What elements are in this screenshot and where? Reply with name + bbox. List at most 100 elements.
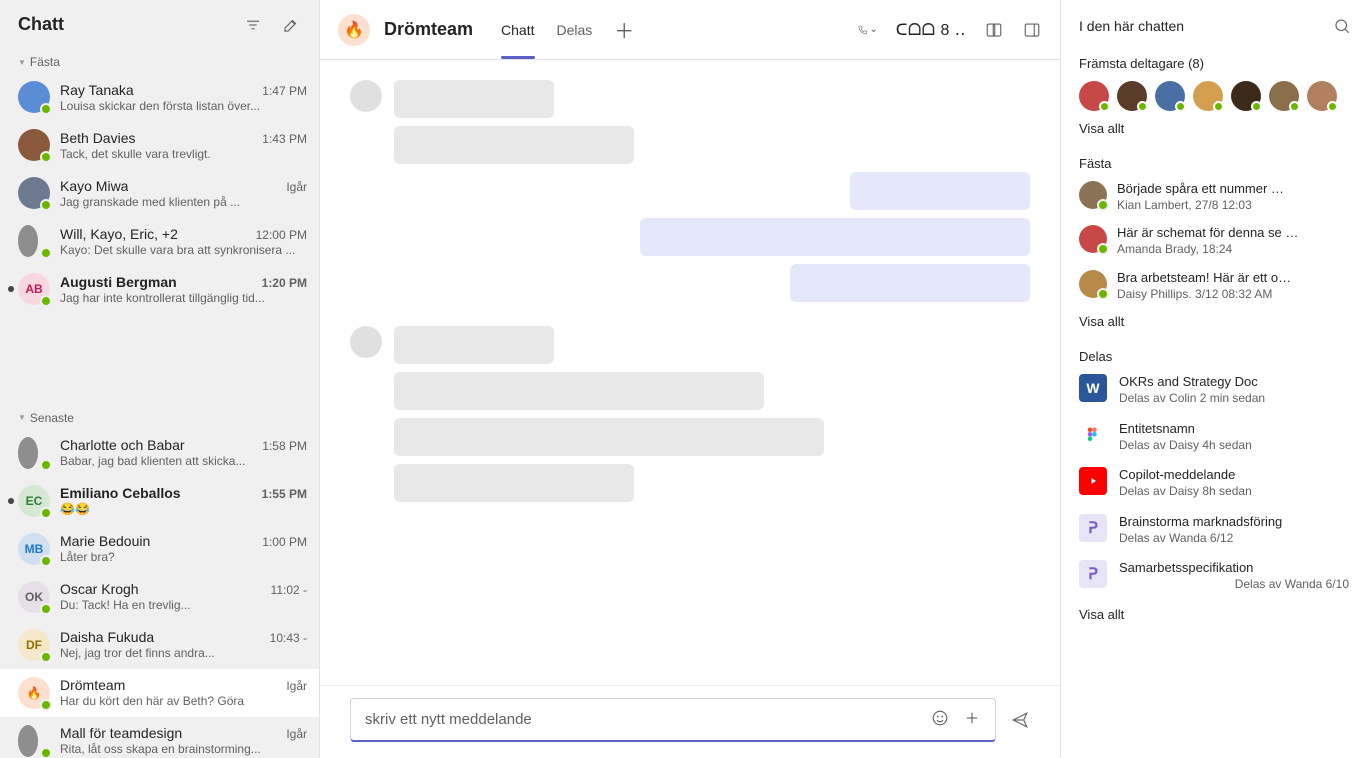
pinned-meta: Daisy Phillips. 3/12 08:32 AM: [1117, 287, 1291, 303]
chat-list-item[interactable]: MBMarie Bedouin1:00 PMLåter bra?: [0, 525, 319, 573]
filter-icon[interactable]: [243, 15, 263, 35]
shared-title: Copilot-meddelande: [1119, 467, 1252, 484]
shared-file[interactable]: Copilot-meddelandeDelas av Daisy 8h seda…: [1079, 467, 1352, 499]
chat-preview: Babar, jag bad klienten att skicka...: [60, 454, 307, 468]
chat-list-item[interactable]: 🔥DrömteamIgårHar du kört den här av Beth…: [0, 669, 319, 717]
send-button[interactable]: [1010, 710, 1030, 730]
section-recent[interactable]: ▼ Senaste: [0, 403, 319, 429]
message-bubble[interactable]: [394, 126, 634, 164]
add-tab-button[interactable]: ＋: [614, 15, 634, 44]
chat-name: Will, Kayo, Eric, +2: [60, 226, 178, 242]
chat-main: 🔥 Drömteam Chatt Delas ＋ ⌄ ᑕᗝᗝ 8 ‥: [320, 0, 1060, 758]
chevron-down-icon: ▼: [18, 413, 26, 422]
avatar: DF: [18, 629, 50, 661]
file-icon: [1079, 421, 1107, 449]
chat-list-item[interactable]: Mall för teamdesignIgårRita, låt oss ska…: [0, 717, 319, 758]
message-bubble[interactable]: [640, 218, 1030, 256]
shared-file[interactable]: EntitetsnamnDelas av Daisy 4h sedan: [1079, 421, 1352, 453]
sidebar-header: Chatt: [0, 0, 319, 47]
chat-list-item[interactable]: Charlotte och Babar 1:58 PMBabar, jag bad…: [0, 429, 319, 477]
participant-avatar[interactable]: [1155, 81, 1185, 111]
message-bubble[interactable]: [394, 80, 554, 118]
participant-avatar[interactable]: [1231, 81, 1261, 111]
pinned-chat-list: Ray Tanaka1:47 PMLouisa skickar den förs…: [0, 73, 319, 403]
chat-list-item[interactable]: DFDaisha Fukuda10:43 ‑Nej, jag tror det …: [0, 621, 319, 669]
chat-time: 1:58 PM: [262, 439, 307, 453]
chat-name: Daisha Fukuda: [60, 629, 154, 645]
chat-list-item[interactable]: OKOscar Krogh11:02 ‑Du: Tack! Ha en trev…: [0, 573, 319, 621]
call-icon[interactable]: ⌄: [858, 20, 878, 40]
chat-time: Igår: [286, 180, 307, 194]
add-icon[interactable]: [963, 709, 981, 730]
participant-avatar[interactable]: [1269, 81, 1299, 111]
pinned-meta: Amanda Brady, 18:24: [1117, 242, 1298, 258]
message-bubble[interactable]: [790, 264, 1030, 302]
panel-title: I den här chatten: [1079, 18, 1184, 34]
message-bubble[interactable]: [850, 172, 1030, 210]
panel-open-icon[interactable]: [1022, 20, 1042, 40]
chat-avatar: 🔥: [338, 14, 370, 46]
chat-list-item[interactable]: ABAugusti Bergman1:20 PMJag har inte kon…: [0, 265, 319, 313]
participant-avatar[interactable]: [1307, 81, 1337, 111]
avatar: [1079, 225, 1107, 253]
show-all-pinned[interactable]: Visa allt: [1079, 314, 1352, 329]
chat-time: 1:00 PM: [262, 535, 307, 549]
participants-button[interactable]: ᑕᗝᗝ 8 ‥: [896, 20, 966, 40]
compose-icon[interactable]: [281, 15, 301, 35]
message-bubble[interactable]: [394, 372, 764, 410]
avatar: [1079, 181, 1107, 209]
chat-name: Emiliano Ceballos: [60, 485, 181, 501]
avatar: [18, 725, 50, 757]
chat-name: Charlotte och Babar: [60, 437, 185, 453]
emoji-icon[interactable]: [931, 709, 949, 730]
message-input[interactable]: skriv ett nytt meddelande: [350, 698, 996, 742]
pinned-title: Bra arbetsteam! Här är ett o…: [1117, 270, 1291, 287]
chat-time: Igår: [286, 727, 307, 741]
participant-avatar[interactable]: [1193, 81, 1223, 111]
chat-list-item[interactable]: Beth Davies1:43 PMTack, det skulle vara …: [0, 121, 319, 169]
shared-meta: Delas av Daisy 8h sedan: [1119, 484, 1252, 500]
chat-list-item[interactable]: Will, Kayo, Eric, +212:00 PMKayo: Det sk…: [0, 217, 319, 265]
shared-file[interactable]: ᕈBrainstorma marknadsföringDelas av Wand…: [1079, 514, 1352, 546]
chat-preview: Du: Tack! Ha en trevlig...: [60, 598, 307, 612]
tab-chat[interactable]: Chatt: [501, 0, 534, 59]
participants-heading: Främsta deltagare (8): [1079, 56, 1352, 71]
chat-list-item[interactable]: Ray Tanaka1:47 PMLouisa skickar den förs…: [0, 73, 319, 121]
pinned-message[interactable]: Här är schemat för denna se …Amanda Brad…: [1079, 225, 1352, 257]
shared-title: Entitetsnamn: [1119, 421, 1252, 438]
chat-time: 1:43 PM: [262, 132, 307, 146]
tab-shared[interactable]: Delas: [557, 0, 593, 59]
pinned-message[interactable]: Bra arbetsteam! Här är ett o…Daisy Phill…: [1079, 270, 1352, 302]
pinned-message[interactable]: Började spåra ett nummer …Kian Lambert, …: [1079, 181, 1352, 213]
section-pinned[interactable]: ▼ Fästa: [0, 47, 319, 73]
show-all-participants[interactable]: Visa allt: [1079, 121, 1352, 136]
shared-meta: Delas av Wanda 6/10: [1079, 577, 1349, 593]
shared-file[interactable]: WOKRs and Strategy DocDelas av Colin 2 m…: [1079, 374, 1352, 406]
chat-list-item[interactable]: ECEmiliano Ceballos1:55 PM😂😂: [0, 477, 319, 525]
copilot-icon[interactable]: [984, 20, 1004, 40]
show-all-shared[interactable]: Visa allt: [1079, 607, 1352, 622]
message-bubble[interactable]: [394, 326, 554, 364]
avatar: [350, 326, 382, 358]
message-bubble[interactable]: [394, 464, 634, 502]
message-bubble[interactable]: [394, 418, 824, 456]
shared-file[interactable]: ᕈSamarbetsspecifikationDelas av Wanda 6/…: [1079, 560, 1352, 592]
shared-title: OKRs and Strategy Doc: [1119, 374, 1265, 391]
pinned-heading: Fästa: [1079, 156, 1352, 171]
search-icon[interactable]: [1332, 16, 1352, 36]
participant-avatar[interactable]: [1117, 81, 1147, 111]
avatar: OK: [18, 581, 50, 613]
participant-avatar[interactable]: [1079, 81, 1109, 111]
chat-name: Ray Tanaka: [60, 82, 134, 98]
sidebar-title: Chatt: [18, 14, 243, 35]
avatar: MB: [18, 533, 50, 565]
avatar: 🔥: [18, 677, 50, 709]
chat-list-item[interactable]: Kayo MiwaIgårJag granskade med klienten …: [0, 169, 319, 217]
message-group-incoming: [350, 80, 1030, 164]
messages-area[interactable]: [320, 60, 1060, 685]
chat-name: Mall för teamdesign: [60, 725, 182, 741]
shared-meta: Delas av Daisy 4h sedan: [1119, 438, 1252, 454]
pinned-title: Började spåra ett nummer …: [1117, 181, 1284, 198]
shared-title: Samarbetsspecifikation: [1119, 560, 1349, 577]
shared-meta: Delas av Wanda 6/12: [1119, 531, 1282, 547]
